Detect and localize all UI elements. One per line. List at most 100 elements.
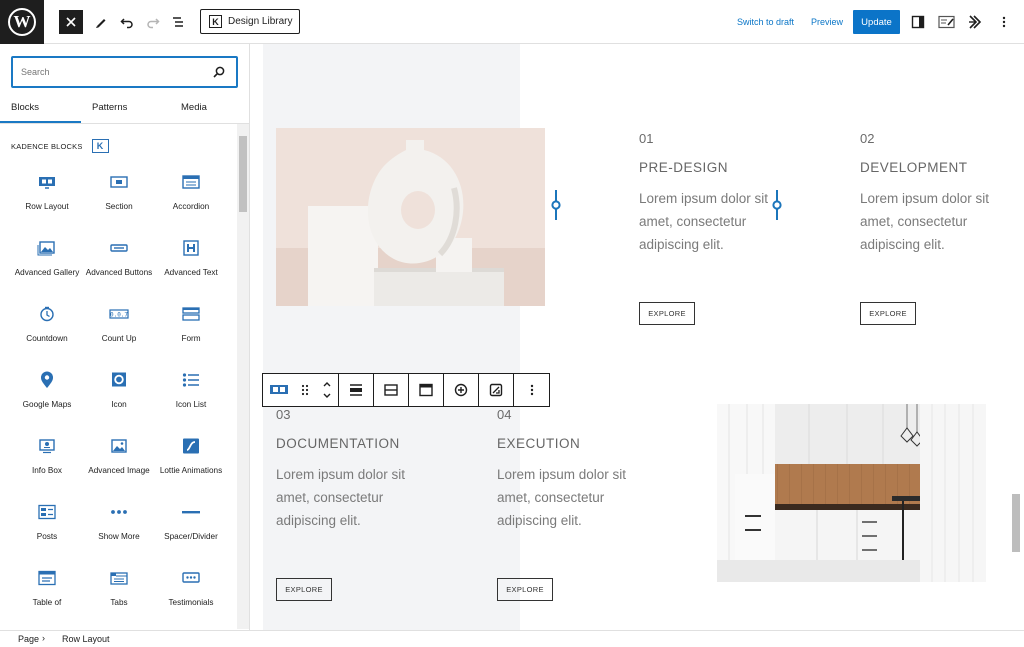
block-item-posts[interactable]: Posts <box>11 500 83 542</box>
switch-to-draft-link[interactable]: Switch to draft <box>737 17 794 27</box>
tools-button[interactable] <box>89 10 113 34</box>
block-item-countdown[interactable]: Countdown <box>11 302 83 344</box>
image-icon <box>83 434 155 458</box>
drag-handle-icon[interactable] <box>301 383 309 397</box>
form-icon <box>155 302 227 326</box>
inserter-scrollbar[interactable] <box>237 124 249 629</box>
block-toolbar <box>262 373 550 407</box>
block-item-row-layout[interactable]: Row Layout <box>11 170 83 212</box>
editor-top-bar: W K Design Library Switch to draft Previ… <box>0 0 1024 44</box>
options-menu-button[interactable] <box>992 10 1016 34</box>
inserter-scrollbar-thumb[interactable] <box>239 136 247 212</box>
block-item-advanced-gallery[interactable]: Advanced Gallery <box>11 236 83 278</box>
block-switcher-group <box>263 374 339 406</box>
canvas-scrollbar-thumb[interactable] <box>1012 494 1020 552</box>
svg-text:0.0.7: 0.0.7 <box>110 312 128 319</box>
block-item-accordion[interactable]: Accordion <box>155 170 227 212</box>
block-item-label: Icon <box>111 400 127 409</box>
block-item-info-box[interactable]: Info Box <box>11 434 83 476</box>
active-tab-indicator <box>0 121 81 123</box>
plus-circle-icon <box>454 383 468 397</box>
step-03: 03 DOCUMENTATION Lorem ipsum dolor sit a… <box>276 407 416 532</box>
block-item-spacer-divider[interactable]: Spacer/Divider <box>155 500 227 542</box>
row-layout-icon <box>11 170 83 194</box>
undo-button[interactable] <box>115 10 139 34</box>
block-item-testimonials[interactable]: Testimonials <box>155 566 227 608</box>
block-item-count-up[interactable]: 0.0.7 Count Up <box>83 302 155 344</box>
block-item-show-more[interactable]: Show More <box>83 500 155 542</box>
block-item-label: Form <box>181 334 201 343</box>
settings-sidebar-toggle[interactable] <box>906 10 930 34</box>
redo-button[interactable] <box>141 10 165 34</box>
row-layout-icon[interactable] <box>269 383 289 397</box>
kadence-badge-icon: K <box>91 139 109 153</box>
block-item-label: Table of <box>32 598 62 607</box>
block-item-section[interactable]: Section <box>83 170 155 212</box>
tab-media[interactable]: Media <box>181 102 207 113</box>
breadcrumb-page[interactable]: Page <box>18 634 39 644</box>
step-04: 04 EXECUTION Lorem ipsum dolor sit amet,… <box>497 407 637 532</box>
document-overview-button[interactable] <box>166 10 190 34</box>
step-title: PRE-DESIGN <box>639 160 729 175</box>
block-item-icon[interactable]: Icon <box>83 368 155 410</box>
list-view-icon <box>173 17 183 27</box>
block-item-tabs[interactable]: Tabs <box>83 566 155 608</box>
block-item-lottie-animations[interactable]: Lottie Animations <box>155 434 227 476</box>
tabs-icon <box>83 566 155 590</box>
block-breadcrumb: Page › Row Layout <box>0 630 1024 647</box>
block-options-button[interactable] <box>514 374 549 406</box>
design-library-label: Design Library <box>228 16 293 27</box>
section-layout-button[interactable] <box>409 374 444 406</box>
move-up-down-icon[interactable] <box>322 380 332 400</box>
block-item-label: Advanced Image <box>88 466 150 475</box>
redo-icon <box>147 18 160 29</box>
tab-patterns[interactable]: Patterns <box>92 102 127 113</box>
block-item-form[interactable]: Form <box>155 302 227 344</box>
design-library-button[interactable]: K Design Library <box>200 9 300 34</box>
align-button[interactable] <box>339 374 374 406</box>
block-item-label: Info Box <box>31 466 63 475</box>
block-item-label: Advanced Gallery <box>14 268 80 277</box>
tab-blocks[interactable]: Blocks <box>11 102 39 113</box>
full-width-button[interactable] <box>374 374 409 406</box>
accordion-icon <box>155 170 227 194</box>
step-description: Lorem ipsum dolor sit amet, consectetur … <box>639 191 769 252</box>
info-box-icon <box>11 434 83 458</box>
block-item-advanced-text[interactable]: Advanced Text <box>155 236 227 278</box>
kitchen-image[interactable] <box>717 404 986 582</box>
preview-link[interactable]: Preview <box>811 17 843 27</box>
block-item-advanced-image[interactable]: Advanced Image <box>83 434 155 476</box>
wordpress-logo-button[interactable]: W <box>0 0 44 44</box>
close-icon <box>66 17 76 27</box>
explore-button-02[interactable]: EXPLORE <box>860 302 916 325</box>
explore-button-03[interactable]: EXPLORE <box>276 578 332 601</box>
block-item-label: Row Layout <box>25 202 69 211</box>
step-description: Lorem ipsum dolor sit amet, consectetur … <box>276 467 406 528</box>
search-input[interactable] <box>21 64 201 80</box>
block-item-icon-list[interactable]: Icon List <box>155 368 227 410</box>
block-item-google-maps[interactable]: Google Maps <box>11 368 83 410</box>
close-inserter-button[interactable] <box>59 10 83 34</box>
kadence-controls-button[interactable] <box>963 10 987 34</box>
explore-button-01[interactable]: EXPLORE <box>639 302 695 325</box>
breadcrumb-row-layout[interactable]: Row Layout <box>62 634 110 644</box>
copy-styles-button[interactable] <box>479 374 514 406</box>
copy-styles-icon <box>489 383 503 397</box>
add-section-button[interactable] <box>444 374 479 406</box>
editor-style-button[interactable] <box>935 10 959 34</box>
explore-button-04[interactable]: EXPLORE <box>497 578 553 601</box>
step-title: DEVELOPMENT <box>860 160 968 175</box>
editor-canvas: 01 PRE-DESIGN Lorem ipsum dolor sit amet… <box>251 44 1024 630</box>
buttons-icon <box>83 236 155 260</box>
update-button[interactable]: Update <box>853 10 900 34</box>
step-title: DOCUMENTATION <box>276 436 400 451</box>
step-number: 02 <box>860 131 875 146</box>
vertical-ellipsis-icon <box>530 384 533 396</box>
block-item-table-of[interactable]: Table of <box>11 566 83 608</box>
full-width-icon <box>384 384 398 396</box>
search-icon[interactable] <box>212 65 226 79</box>
block-item-advanced-buttons[interactable]: Advanced Buttons <box>83 236 155 278</box>
sidebar-toggle-icon <box>911 15 925 29</box>
vase-image[interactable] <box>276 128 545 306</box>
step-title: EXECUTION <box>497 436 581 451</box>
